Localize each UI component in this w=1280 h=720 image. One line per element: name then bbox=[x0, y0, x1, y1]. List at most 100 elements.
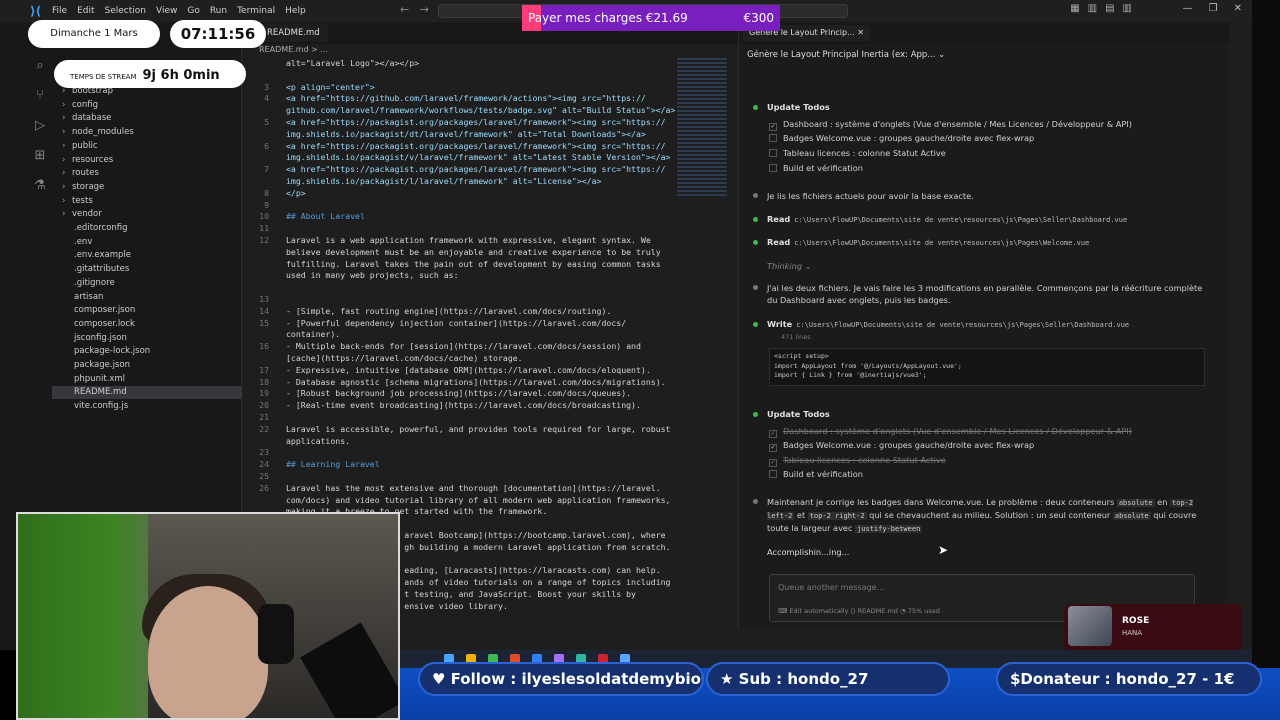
explorer-item-label: vendor bbox=[72, 209, 102, 220]
explorer-file[interactable]: .env.example bbox=[52, 249, 242, 262]
explorer-file[interactable]: package-lock.json bbox=[52, 345, 242, 358]
nav-arrows: ← → bbox=[400, 3, 429, 16]
menu-terminal[interactable]: Terminal bbox=[237, 6, 275, 16]
line-number: 24 bbox=[259, 459, 269, 470]
toggle-secondary-sidebar-icon[interactable]: ▥ bbox=[1123, 3, 1132, 14]
todo-label: Badges Welcome.vue : groupes gauche/droi… bbox=[783, 440, 1035, 450]
status-dot bbox=[753, 322, 758, 327]
code-line: [cache](https://laravel.com/docs/cache) … bbox=[286, 353, 523, 363]
explorer-item-label: resources bbox=[72, 154, 114, 165]
explorer-folder[interactable]: › public bbox=[52, 140, 242, 153]
todo-item: ✓ Dashboard : système d'onglets (Vue d'en… bbox=[769, 119, 1132, 131]
explorer-file[interactable]: .env bbox=[52, 236, 242, 249]
explorer-file[interactable]: .editorconfig bbox=[52, 222, 242, 235]
explorer-folder[interactable]: › node_modules bbox=[52, 126, 242, 139]
todo-item: ✓ Badges Welcome.vue : groupes gauche/dro… bbox=[769, 440, 1034, 452]
code-line: believe development must be an enjoyable… bbox=[286, 246, 661, 257]
back-arrow-icon[interactable]: ← bbox=[400, 3, 409, 16]
toggle-panel-icon[interactable]: ▤ bbox=[1105, 3, 1114, 14]
restore-icon[interactable]: ❐ bbox=[1209, 3, 1218, 14]
clock-badge: 07:11:56 bbox=[170, 20, 266, 48]
explorer-folder[interactable]: › vendor bbox=[52, 208, 242, 221]
line-number: 13 bbox=[259, 294, 269, 304]
status-dot bbox=[753, 499, 758, 504]
line-number: 15 bbox=[259, 317, 269, 328]
file-path: c:\Users\FlowUP\Documents\site de vente\… bbox=[794, 239, 1090, 247]
code-line: <p align="center"> bbox=[286, 81, 375, 92]
tab-readme[interactable]: README.md bbox=[259, 24, 328, 42]
forward-arrow-icon[interactable]: → bbox=[420, 3, 429, 16]
explorer-file[interactable]: composer.lock bbox=[52, 318, 242, 331]
song-artist: HANA bbox=[1122, 629, 1143, 637]
code-line: container). bbox=[286, 329, 341, 340]
status-dot bbox=[753, 105, 758, 110]
close-tab-icon[interactable]: ✕ bbox=[857, 28, 864, 37]
status-dot bbox=[753, 217, 758, 222]
code-line: - [Powerful dependency injection contain… bbox=[286, 317, 627, 328]
explorer-file[interactable]: .gitattributes bbox=[52, 263, 242, 276]
close-icon[interactable]: ✕ bbox=[1234, 3, 1242, 14]
explorer-folder[interactable]: › routes bbox=[52, 167, 242, 180]
toggle-sidebar-icon[interactable]: ▥ bbox=[1088, 3, 1097, 14]
checkbox-icon bbox=[769, 164, 777, 172]
breadcrumb[interactable]: README.md > ... bbox=[259, 45, 328, 54]
explorer-folder[interactable]: › storage bbox=[52, 181, 242, 194]
run-debug-icon[interactable]: ▷ bbox=[32, 118, 48, 134]
tab-label: README.md bbox=[267, 28, 320, 38]
explorer-item-label: .env.example bbox=[74, 250, 131, 261]
minimap[interactable] bbox=[677, 58, 727, 198]
explorer-item-label: tests bbox=[72, 195, 93, 206]
code-preview[interactable]: <script setup> import AppLayout from '@/… bbox=[769, 348, 1205, 386]
checkbox-icon: ✓ bbox=[769, 459, 777, 467]
explorer-folder[interactable]: › config bbox=[52, 99, 242, 112]
inline-code: top-2 right-2 bbox=[807, 512, 867, 520]
chevron-down-icon: ⌄ bbox=[938, 50, 946, 60]
explorer-file[interactable]: vite.config.js bbox=[52, 400, 242, 413]
chat-session-title[interactable]: Génère le Layout Principal Inertia (ex: … bbox=[747, 50, 945, 60]
explorer-file[interactable]: composer.json bbox=[52, 304, 242, 317]
source-control-icon[interactable]: ⑂ bbox=[32, 88, 48, 104]
chat-input-meta[interactable]: ⌨ Edit automatically ⟨⟩ README.md ◔ 75% … bbox=[778, 607, 940, 615]
menu-file[interactable]: File bbox=[52, 6, 67, 16]
text-part: qui se chevauchent au milieu. Solution :… bbox=[869, 510, 1111, 520]
explorer-file[interactable]: jsconfig.json bbox=[52, 332, 242, 345]
menu-go[interactable]: Go bbox=[187, 6, 199, 16]
explorer-file[interactable]: artisan bbox=[52, 291, 242, 304]
donation-goal-bar: Payer mes charges €21.69 €300 bbox=[522, 5, 780, 31]
todos-title: Update Todos bbox=[767, 102, 830, 112]
menu-view[interactable]: View bbox=[156, 6, 177, 16]
window-controls: — ❐ ✕ bbox=[1183, 3, 1242, 14]
explorer-item-label: .gitignore bbox=[74, 277, 115, 288]
code-line: <script setup> bbox=[774, 352, 829, 360]
todo-item: Build et vérification bbox=[769, 469, 863, 479]
explorer-file[interactable]: package.json bbox=[52, 359, 242, 372]
chat-panel: Génère le Layout Princip... ✕ Génère le … bbox=[738, 22, 1229, 630]
explorer-file[interactable]: phpunit.xml bbox=[52, 373, 242, 386]
status-text: Accomplishin...ing... bbox=[767, 547, 850, 557]
menu-selection[interactable]: Selection bbox=[105, 6, 146, 16]
minimize-icon[interactable]: — bbox=[1183, 3, 1193, 14]
code-line: - Multiple back-ends for [session](https… bbox=[286, 341, 641, 352]
explorer-folder[interactable]: › resources bbox=[52, 154, 242, 167]
layout-icon[interactable]: ▦ bbox=[1070, 3, 1079, 14]
explorer-folder[interactable]: › tests bbox=[52, 195, 242, 208]
menu-edit[interactable]: Edit bbox=[77, 6, 94, 16]
line-number: 4 bbox=[264, 93, 269, 104]
explorer-file[interactable]: .gitignore bbox=[52, 277, 242, 290]
menu-run[interactable]: Run bbox=[210, 6, 227, 16]
goal-target: €300 bbox=[743, 11, 774, 25]
checkbox-icon: ✓ bbox=[769, 430, 777, 438]
explorer-folder[interactable]: › database bbox=[52, 112, 242, 125]
message-text: J'ai les deux fichiers. Je vais faire le… bbox=[767, 283, 1203, 305]
chevron-right-icon: › bbox=[62, 127, 66, 138]
code-line: applications. bbox=[286, 435, 351, 446]
menu-help[interactable]: Help bbox=[285, 6, 306, 16]
sub-banner: ★ Sub : hondo_27 bbox=[706, 662, 950, 696]
line-number: 11 bbox=[259, 223, 269, 234]
testing-icon[interactable]: ⚗ bbox=[32, 178, 48, 194]
search-icon[interactable]: ⌕ bbox=[32, 58, 48, 74]
todo-label: Dashboard : système d'onglets (Vue d'ens… bbox=[783, 119, 1132, 129]
explorer-file[interactable]: README.md bbox=[52, 386, 242, 400]
line-number: 6 bbox=[264, 140, 269, 151]
extensions-icon[interactable]: ⊞ bbox=[32, 148, 48, 164]
